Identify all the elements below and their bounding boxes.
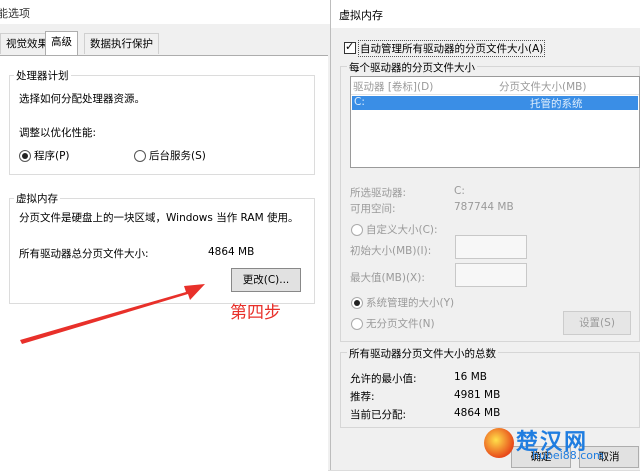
- watermark-subtext: hubei88.com: [532, 449, 604, 462]
- arrow-icon: [20, 284, 205, 344]
- annotation-arrow: [20, 284, 205, 344]
- step-label: 第四步: [230, 303, 281, 323]
- watermark-logo-icon: [484, 428, 514, 458]
